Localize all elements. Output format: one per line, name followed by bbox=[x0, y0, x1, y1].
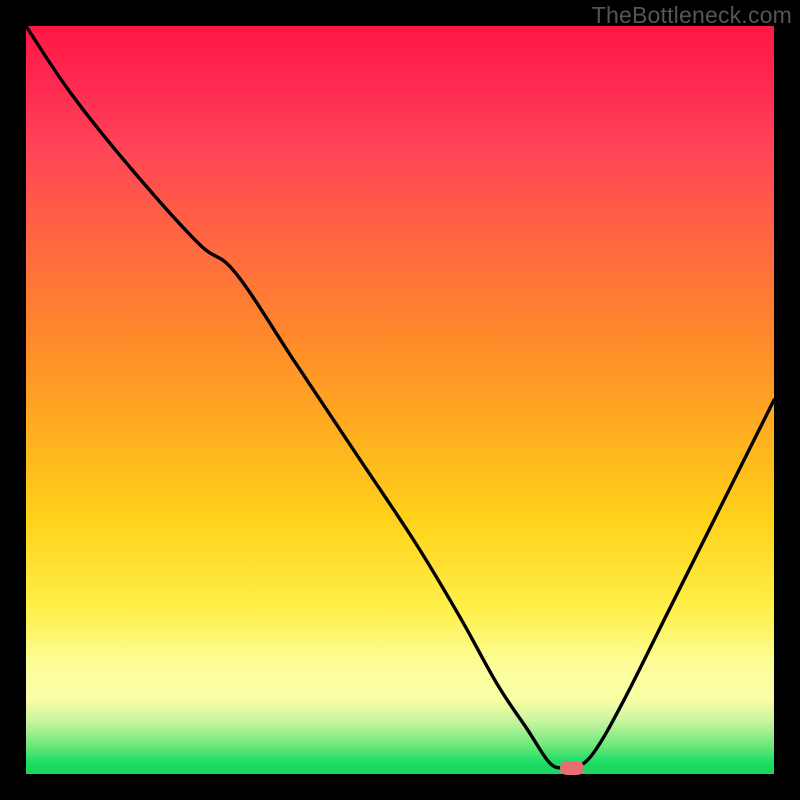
optimum-marker bbox=[560, 761, 584, 775]
chart-frame: TheBottleneck.com bbox=[0, 0, 800, 800]
bottleneck-curve-path bbox=[26, 26, 774, 770]
watermark-text: TheBottleneck.com bbox=[592, 2, 792, 29]
plot-area bbox=[26, 26, 774, 774]
bottleneck-curve-svg bbox=[26, 26, 774, 774]
